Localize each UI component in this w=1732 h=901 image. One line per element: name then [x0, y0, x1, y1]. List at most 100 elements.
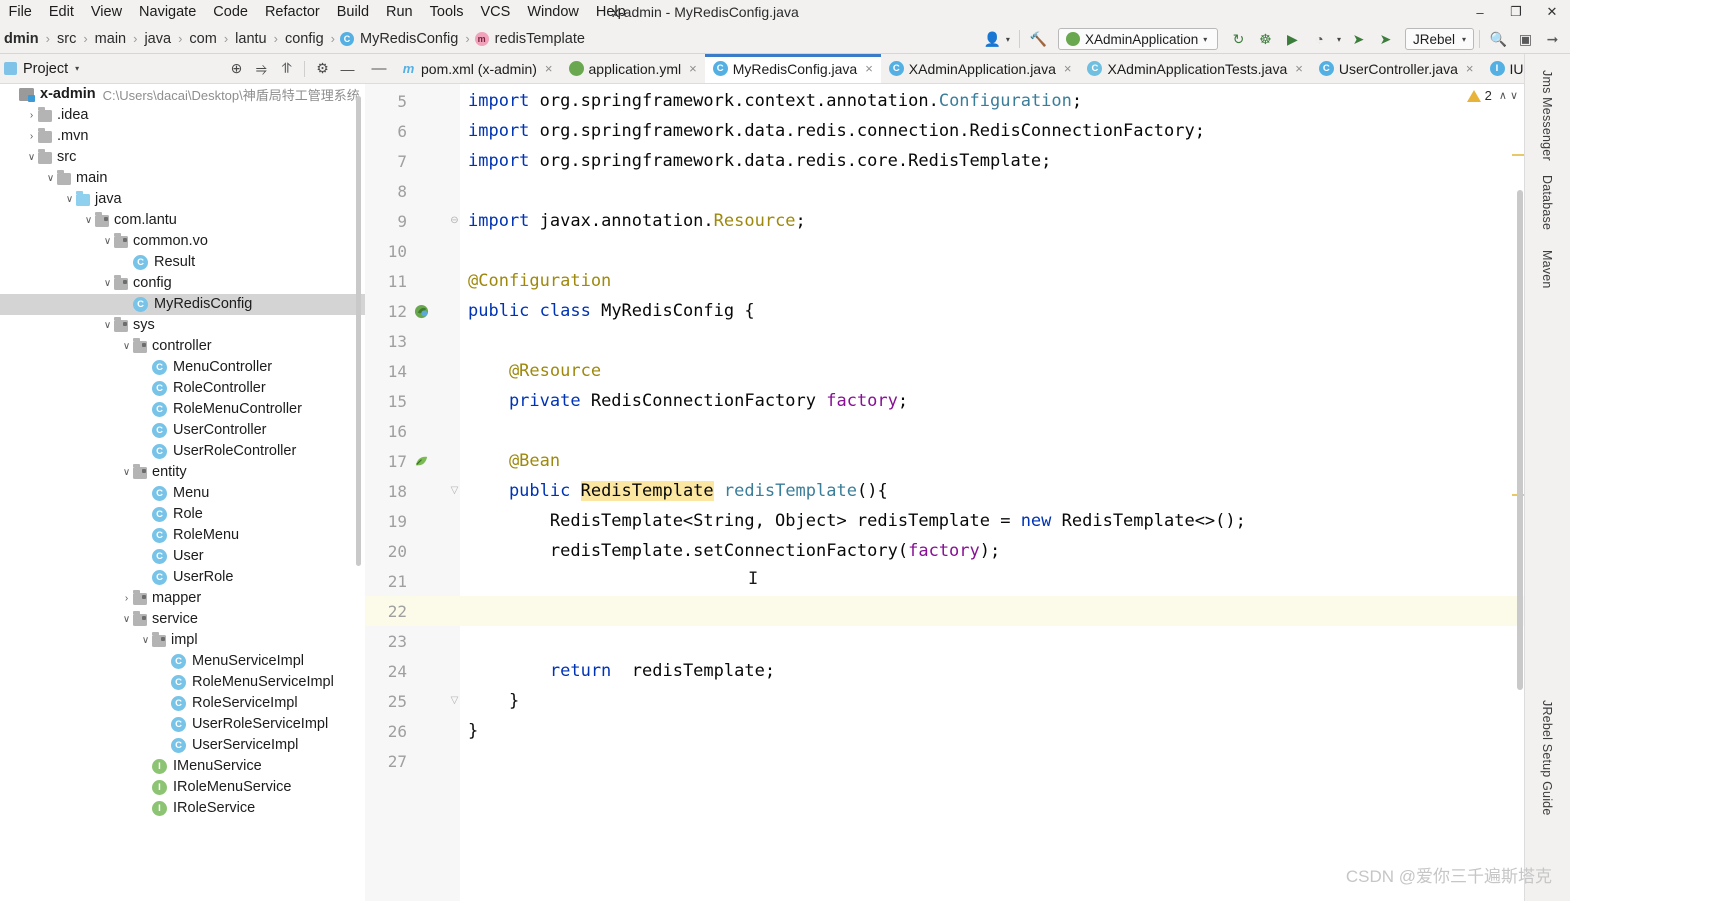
jrebel-selector[interactable]: JRebel ▾ [1404, 28, 1474, 50]
chevron-down-icon[interactable]: ∨ [101, 236, 114, 247]
inspection-nav[interactable]: ∧ ∨ [1499, 89, 1518, 102]
prev-problem-icon[interactable]: ∧ [1499, 89, 1507, 102]
editor-tab[interactable]: C XAdminApplicationTests.java × [1079, 54, 1311, 83]
gutter-line[interactable]: 11 [365, 266, 460, 296]
breadcrumb-item-com[interactable]: com [187, 31, 218, 47]
editor-tab[interactable]: IIUsers× [1481, 54, 1524, 83]
tree-item[interactable]: C RoleMenu [0, 525, 365, 546]
editor-gutter[interactable]: 5 6 7 8 9 ⊖ 10 11 12 13 14 15 16 17 18 ▽ 19 20 21 22 23 24 25 ▽… [365, 84, 460, 901]
layout-icon[interactable]: ▣ [1512, 26, 1539, 52]
inspection-summary[interactable]: 2 ∧ ∨ [1466, 88, 1518, 103]
code-line[interactable]: import org.springframework.data.redis.co… [460, 146, 1524, 176]
close-tab-icon[interactable]: × [545, 61, 553, 76]
code-line[interactable]: public class MyRedisConfig { [460, 296, 1524, 326]
next-problem-icon[interactable]: ∨ [1510, 89, 1518, 102]
gutter-line[interactable]: 7 [365, 146, 460, 176]
code-line[interactable]: } [460, 716, 1524, 746]
breadcrumb-item-project[interactable]: dmin [2, 31, 41, 47]
gutter-line[interactable]: 14 [365, 356, 460, 386]
gutter-line[interactable]: 16 [365, 416, 460, 446]
tree-item[interactable]: ∨ sys [0, 315, 365, 336]
breadcrumb-item-class[interactable]: C MyRedisConfig [340, 31, 460, 47]
run-with-coverage-button[interactable]: ▶ [1279, 26, 1306, 52]
project-tree-scrollbar[interactable] [356, 96, 361, 566]
tree-item[interactable]: ∨ impl [0, 630, 365, 651]
code-line[interactable] [460, 626, 1524, 656]
hide-tabs-button[interactable]: — [365, 54, 393, 83]
profiler-caret-icon[interactable]: ▾ [1337, 35, 1341, 44]
locate-icon[interactable]: ⊕ [225, 57, 248, 80]
close-tab-icon[interactable]: × [689, 61, 697, 76]
tree-item[interactable]: C UserRole [0, 567, 365, 588]
tree-item[interactable]: C MenuController [0, 357, 365, 378]
tree-item[interactable]: C User [0, 546, 365, 567]
gutter-line[interactable]: 26 [365, 716, 460, 746]
chevron-down-icon[interactable]: ▾ [75, 64, 79, 73]
gutter-line[interactable]: 12 [365, 296, 460, 326]
tree-item[interactable]: › .mvn [0, 126, 365, 147]
editor-vertical-scrollbar[interactable] [1517, 190, 1523, 690]
gutter-line[interactable]: 25 ▽ [365, 686, 460, 716]
tree-item[interactable]: ∨ com.lantu [0, 210, 365, 231]
code-line[interactable]: private RedisConnectionFactory factory; [460, 386, 1524, 416]
menu-item-run[interactable]: Run [378, 0, 422, 24]
code-line[interactable]: } [460, 686, 1524, 716]
gutter-line[interactable]: 23 [365, 626, 460, 656]
gutter-line[interactable]: 17 [365, 446, 460, 476]
debug-button[interactable]: ☸ [1252, 26, 1279, 52]
build-hammer-icon[interactable]: 🔨 [1025, 26, 1052, 52]
menu-item-tools[interactable]: Tools [421, 0, 472, 24]
user-icon[interactable]: 👤 [979, 26, 1006, 52]
chevron-down-icon[interactable]: ∨ [120, 614, 133, 625]
marker-warning[interactable] [1512, 154, 1524, 156]
expand-all-icon[interactable]: ⥤ [250, 57, 273, 80]
gutter-line[interactable]: 24 [365, 656, 460, 686]
code-line[interactable] [460, 236, 1524, 266]
chevron-down-icon[interactable]: ∨ [139, 635, 152, 646]
tool-button-jms-messenger[interactable]: Jms Messenger [1524, 64, 1570, 167]
close-tab-icon[interactable]: × [865, 61, 873, 76]
tree-item[interactable]: ∨ service [0, 609, 365, 630]
chevron-right-icon[interactable]: › [120, 593, 133, 604]
menu-item-file[interactable]: File [0, 0, 40, 24]
tree-item[interactable]: I IRoleMenuService [0, 777, 365, 798]
hide-panel-icon[interactable]: — [336, 57, 359, 80]
tree-item[interactable]: ∨ controller [0, 336, 365, 357]
breadcrumb-item-config[interactable]: config [283, 31, 326, 47]
code-line[interactable]: RedisTemplate<String, Object> redisTempl… [460, 506, 1524, 536]
gutter-line[interactable]: 21 [365, 566, 460, 596]
editor-code-area[interactable]: import org.springframework.context.annot… [460, 84, 1524, 901]
tree-item[interactable]: ∨ entity [0, 462, 365, 483]
chevron-right-icon[interactable]: › [25, 131, 38, 142]
gutter-line[interactable]: 6 [365, 116, 460, 146]
fold-region-icon[interactable]: ▽ [449, 695, 460, 706]
tree-item[interactable]: C UserServiceImpl [0, 735, 365, 756]
menu-item-code[interactable]: Code [205, 0, 257, 24]
tree-item[interactable]: C MenuServiceImpl [0, 651, 365, 672]
chevron-down-icon[interactable]: ∨ [63, 194, 76, 205]
code-line[interactable]: public RedisTemplate redisTemplate(){ [460, 476, 1524, 506]
tool-button-database[interactable]: Database [1524, 169, 1570, 236]
tree-item[interactable]: ∨ src [0, 147, 365, 168]
code-line[interactable]: @Configuration [460, 266, 1524, 296]
fold-collapse-icon[interactable]: ⊖ [449, 215, 460, 226]
code-line[interactable] [460, 326, 1524, 356]
run-button[interactable]: ↻ [1225, 26, 1252, 52]
menu-item-build[interactable]: Build [328, 0, 377, 24]
tree-item[interactable]: ∨ java [0, 189, 365, 210]
editor-tab[interactable]: C UserController.java × [1310, 54, 1482, 83]
code-editor[interactable]: 5 6 7 8 9 ⊖ 10 11 12 13 14 15 16 17 18 ▽ 19 20 21 22 23 24 25 ▽… [365, 84, 1524, 901]
code-line[interactable]: import org.springframework.context.annot… [460, 86, 1524, 116]
tree-item[interactable]: C Role [0, 504, 365, 525]
spring-bean-gutter-icon[interactable] [413, 303, 430, 320]
breadcrumb-item-lantu[interactable]: lantu [233, 31, 268, 47]
code-line[interactable]: import javax.annotation.Resource; [460, 206, 1524, 236]
tree-item[interactable]: C Menu [0, 483, 365, 504]
menu-item-window[interactable]: Window [519, 0, 588, 24]
expand-icon[interactable]: ➞ [1539, 26, 1566, 52]
code-line[interactable] [460, 746, 1524, 776]
tree-item[interactable]: C Result [0, 252, 365, 273]
chevron-down-icon[interactable]: ∨ [101, 320, 114, 331]
code-line[interactable]: import org.springframework.data.redis.co… [460, 116, 1524, 146]
project-tree[interactable]: x-admin C:\Users\dacai\Desktop\神盾局特工管理系统 ›… [0, 84, 365, 901]
